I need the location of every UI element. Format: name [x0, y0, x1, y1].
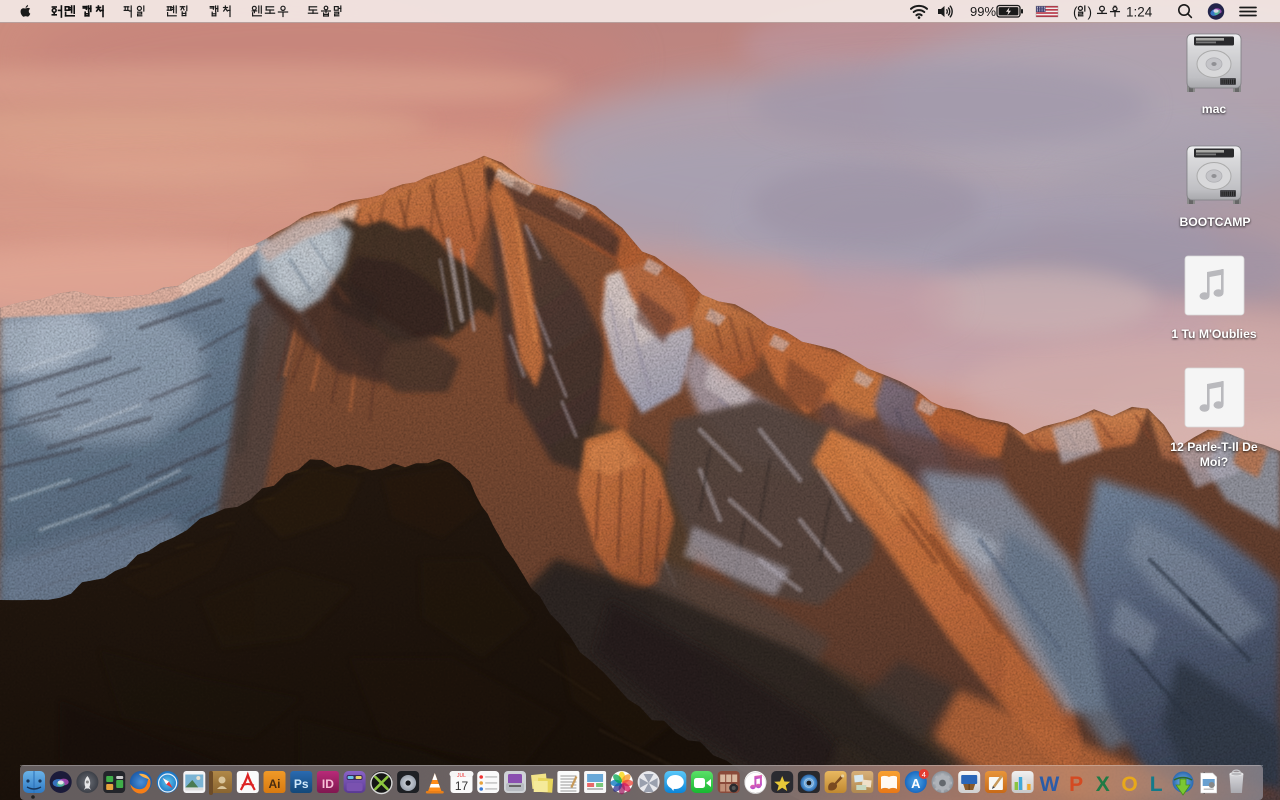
svg-text:Ps: Ps [294, 777, 309, 791]
svg-text:17: 17 [455, 779, 469, 793]
svg-text:Ai: Ai [269, 777, 281, 791]
svg-text:X: X [1096, 773, 1110, 796]
svg-text:L: L [1150, 773, 1163, 796]
svg-text:W: W [1039, 773, 1059, 796]
svg-text:A: A [911, 776, 921, 791]
svg-text:ID: ID [322, 777, 334, 791]
svg-text:O: O [1121, 773, 1137, 796]
svg-text:P: P [1069, 773, 1083, 796]
svg-text:4: 4 [922, 770, 926, 779]
